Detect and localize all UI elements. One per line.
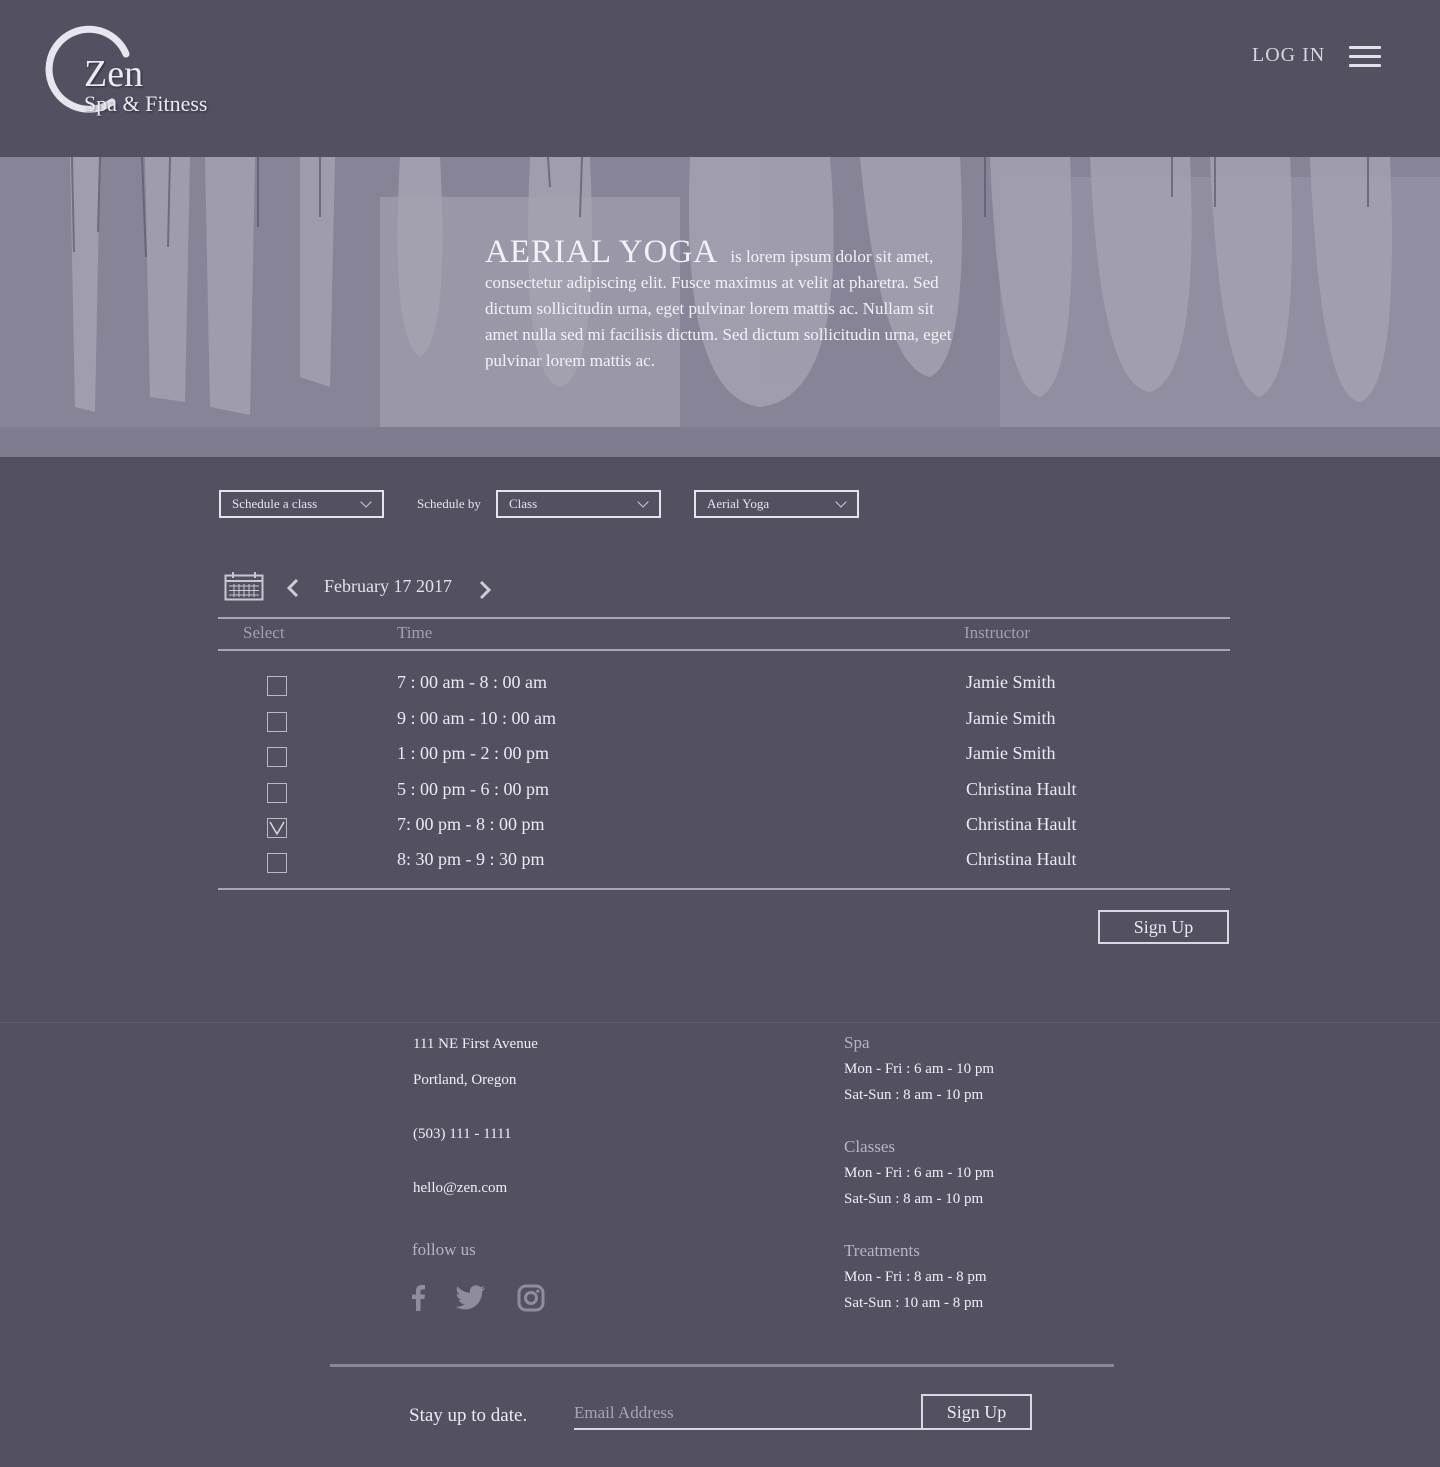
row-time: 8: 30 pm - 9 : 30 pm <box>397 849 545 869</box>
instagram-icon[interactable] <box>517 1284 545 1312</box>
row-time: 5 : 00 pm - 6 : 00 pm <box>397 779 549 799</box>
site-header: Zen Spa & Fitness LOG IN <box>0 0 1440 157</box>
row-instructor: Christina Hault <box>966 814 1077 834</box>
row-time: 7: 00 pm - 8 : 00 pm <box>397 814 545 834</box>
action-select[interactable]: Schedule a class <box>219 490 384 518</box>
column-header-instructor: Instructor <box>964 623 1031 642</box>
row-checkbox[interactable] <box>267 676 287 696</box>
address-line-2: Portland, Oregon <box>413 1072 517 1088</box>
column-header-time: Time <box>397 623 433 642</box>
hours-spa-weekday: Mon - Fri : 6 am - 10 pm <box>844 1061 994 1077</box>
row-checkbox[interactable] <box>267 712 287 732</box>
row-time: 1 : 00 pm - 2 : 00 pm <box>397 743 549 763</box>
table-top-rule <box>218 617 1230 619</box>
class-select-value: Aerial Yoga <box>707 496 770 511</box>
chevron-left-icon[interactable] <box>285 578 301 598</box>
newsletter-label: Stay up to date. <box>409 1405 528 1426</box>
calendar-icon[interactable] <box>224 571 264 601</box>
phone-number[interactable]: (503) 111 - 1111 <box>413 1126 511 1143</box>
facebook-icon[interactable] <box>410 1284 428 1312</box>
contact-email[interactable]: hello@zen.com <box>413 1180 507 1197</box>
logo-tagline: Spa & Fitness <box>84 91 208 116</box>
logo[interactable]: Zen Spa & Fitness <box>40 24 240 124</box>
schedule-by-select-value: Class <box>509 496 538 511</box>
row-instructor: Christina Hault <box>966 849 1077 869</box>
row-checkbox-checked[interactable] <box>267 818 287 838</box>
footer-divider <box>0 1022 1440 1023</box>
row-instructor: Jamie Smith <box>966 708 1056 728</box>
row-time: 9 : 00 am - 10 : 00 am <box>397 708 556 728</box>
class-select[interactable]: Aerial Yoga <box>694 490 859 518</box>
chevron-down-icon <box>637 496 649 508</box>
table-row: 7: 00 pm - 8 : 00 pm Christina Hault <box>218 814 1230 849</box>
hours-title-classes: Classes <box>844 1137 895 1156</box>
hours-title-spa: Spa <box>844 1033 870 1052</box>
hours-treatments-weekday: Mon - Fri : 8 am - 8 pm <box>844 1269 987 1285</box>
row-checkbox[interactable] <box>267 783 287 803</box>
row-checkbox[interactable] <box>267 853 287 873</box>
hours-treatments-weekend: Sat-Sun : 10 am - 8 pm <box>844 1295 984 1311</box>
table-bottom-rule <box>218 888 1230 890</box>
row-instructor: Jamie Smith <box>966 672 1056 692</box>
row-checkbox[interactable] <box>267 747 287 767</box>
twitter-icon[interactable] <box>456 1285 486 1310</box>
schedule-by-select[interactable]: Class <box>496 490 661 518</box>
hero-banner: AERIAL YOGA is lorem ipsum dolor sit ame… <box>0 157 1440 457</box>
chevron-right-icon[interactable] <box>477 580 493 600</box>
address-line-1: 111 NE First Avenue <box>413 1036 538 1052</box>
column-header-select: Select <box>243 623 285 642</box>
table-row: 9 : 00 am - 10 : 00 am Jamie Smith <box>218 708 1230 743</box>
newsletter-email-input[interactable] <box>574 1398 922 1430</box>
table-row: 5 : 00 pm - 6 : 00 pm Christina Hault <box>218 779 1230 814</box>
table-row: 1 : 00 pm - 2 : 00 pm Jamie Smith <box>218 743 1230 778</box>
logo-name: Zen <box>84 53 144 95</box>
table-row: 7 : 00 am - 8 : 00 am Jamie Smith <box>218 672 1230 707</box>
checkmark-icon <box>269 821 285 836</box>
hours-classes-weekend: Sat-Sun : 8 am - 10 pm <box>844 1191 984 1207</box>
hours-spa-weekend: Sat-Sun : 8 am - 10 pm <box>844 1087 984 1103</box>
hours-title-treatments: Treatments <box>844 1241 920 1260</box>
row-instructor: Jamie Smith <box>966 743 1056 763</box>
chevron-down-icon <box>360 496 372 508</box>
newsletter-signup-button[interactable]: Sign Up <box>921 1394 1032 1430</box>
follow-us-label: follow us <box>412 1240 476 1259</box>
newsletter-divider <box>330 1364 1114 1367</box>
login-link[interactable]: LOG IN <box>1252 44 1325 67</box>
menu-icon[interactable] <box>1349 46 1381 70</box>
table-header-rule <box>218 649 1230 651</box>
action-select-value: Schedule a class <box>232 496 318 511</box>
row-time: 7 : 00 am - 8 : 00 am <box>397 672 547 692</box>
table-row: 8: 30 pm - 9 : 30 pm Christina Hault <box>218 849 1230 884</box>
hours-classes-weekday: Mon - Fri : 6 am - 10 pm <box>844 1165 994 1181</box>
row-instructor: Christina Hault <box>966 779 1077 799</box>
chevron-down-icon <box>835 496 847 508</box>
signup-button[interactable]: Sign Up <box>1098 910 1229 944</box>
schedule-by-label: Schedule by <box>417 496 481 511</box>
hero-text: AERIAL YOGA is lorem ipsum dolor sit ame… <box>485 236 960 374</box>
current-date: February 17 2017 <box>324 576 452 596</box>
hero-title: AERIAL YOGA <box>485 234 719 270</box>
